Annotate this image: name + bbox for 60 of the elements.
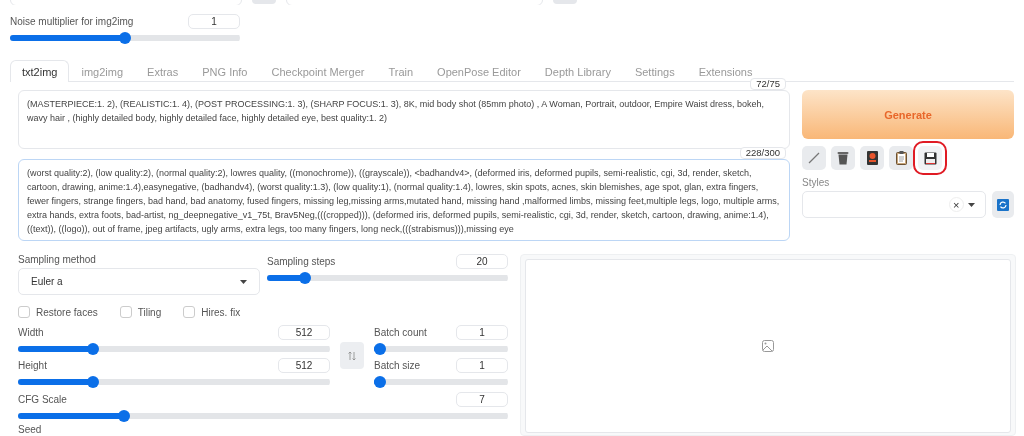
slider-label: Height — [18, 360, 47, 371]
slider[interactable] — [18, 343, 330, 355]
slider-thumb[interactable] — [374, 376, 386, 388]
image-icon — [762, 340, 774, 352]
slider[interactable] — [18, 376, 330, 388]
number-field[interactable]: 1 — [456, 325, 508, 340]
slider[interactable] — [10, 32, 240, 44]
checkbox-label[interactable]: Restore faces — [36, 306, 98, 318]
number-field[interactable]: 20 — [456, 254, 508, 269]
slider-thumb[interactable] — [87, 376, 99, 388]
slider-thumb[interactable] — [118, 410, 131, 422]
checkbox[interactable] — [18, 306, 30, 318]
clipboard-icon — [895, 151, 907, 165]
slider-thumb[interactable] — [119, 32, 131, 44]
swap-icon — [348, 350, 356, 361]
checkbox[interactable] — [119, 306, 132, 318]
slider-thumb[interactable] — [87, 343, 99, 355]
negative-prompt-field[interactable] — [18, 159, 790, 241]
slider[interactable] — [374, 343, 508, 355]
number-field[interactable]: 512 — [278, 358, 330, 373]
trash-button[interactable] — [831, 146, 855, 170]
slider-label: Sampling steps — [267, 256, 336, 267]
slider-thumb[interactable] — [374, 343, 386, 355]
checkbox[interactable] — [183, 306, 196, 318]
prompt-text: (MASTERPIECE:1. 2), (REALISTIC:1. 4), (POST PROCESSING:1. 3), (SHARP FOCUS:1. 3), 8K, mid body shot (85mm photo) , A Woman, Portrait, outdoor, Empire Waist dress, bokeh, wavy hair , (highly detailed body, highly detailed face, highly detailed eye, best quality:1. 2) — [27, 98, 765, 125]
pencil-icon — [808, 152, 820, 164]
number-field[interactable]: 1 — [456, 358, 508, 373]
card-button[interactable] — [860, 146, 884, 170]
styles-dropdown[interactable]: × — [802, 191, 986, 218]
save-icon — [923, 151, 937, 165]
clipboard-button[interactable] — [889, 146, 913, 170]
number-field[interactable]: 1 — [188, 14, 240, 29]
card-icon — [866, 151, 878, 165]
number-field[interactable]: 512 — [278, 325, 330, 340]
sampling-method-dropdown[interactable]: Euler a — [18, 268, 260, 295]
slider[interactable] — [374, 376, 508, 388]
trash-icon — [837, 151, 849, 165]
checkbox-label[interactable]: Hires. fix — [201, 306, 241, 318]
slider[interactable] — [18, 410, 508, 422]
slider[interactable] — [267, 272, 508, 284]
slider-label: Width — [18, 327, 44, 338]
slider-label: Batch count — [374, 327, 427, 338]
number-field[interactable]: 7 — [456, 392, 508, 407]
tab[interactable]: txt2img — [10, 60, 70, 82]
refresh-button[interactable] — [991, 191, 1014, 218]
refresh-icon — [996, 198, 1009, 211]
slider-label: CFG Scale — [18, 394, 67, 405]
negative-prompt-text: (worst quality:2), (low quality:2), (normal quality:2), lowres quality, ((monochrome)), ((grayscale)), <badhandv4>, (deformed iris, deformed pupils, semi-realistic, cgi, 3d, render, sketch, cartoon, drawing, anime:1.4),easynegative, (badhandv4), (worst quality:1.3), (low quality:1), (normal quality:1.4), lowres, skin spots, acnes, skin blemishes, age spot, glan, extra fingers, fewer fingers, strange fingers, bad hand, bad anatomy, fused fingers, missing leg,missing arms,mutated hand, missing hand ,malformed limbs, missing feet,multiple legs, logo, multiple arms, extra hands, extra foots, bad-artist, ng_deepnegative_v1_75t, Brav5Neg,(((cropped))), (deformed iris, deformed pupils, semi-realistic, cgi, 3d, render, sketch, cartoon, drawing, anime:1.4), ((text)), ((logo)), out of frame, jpeg artifacts, ugly arms, extra legs, too many fingers, long neck,(((strabismus))),missing eye — [27, 167, 781, 236]
slider-thumb[interactable] — [299, 272, 312, 284]
slider-label: Batch size — [374, 360, 421, 371]
caret-icon — [240, 279, 247, 284]
token-counter: 72/75 — [750, 78, 786, 90]
prompt-field[interactable] — [18, 90, 790, 149]
sampling-method-label: Sampling method — [18, 254, 97, 265]
styles-label: Styles — [802, 177, 831, 188]
slider-label: Noise multiplier for img2img — [10, 16, 134, 27]
seed-label: Seed — [18, 424, 43, 435]
checkbox-label[interactable]: Tiling — [137, 306, 162, 318]
token-counter: 228/300 — [739, 147, 786, 159]
caret-icon — [967, 202, 975, 207]
